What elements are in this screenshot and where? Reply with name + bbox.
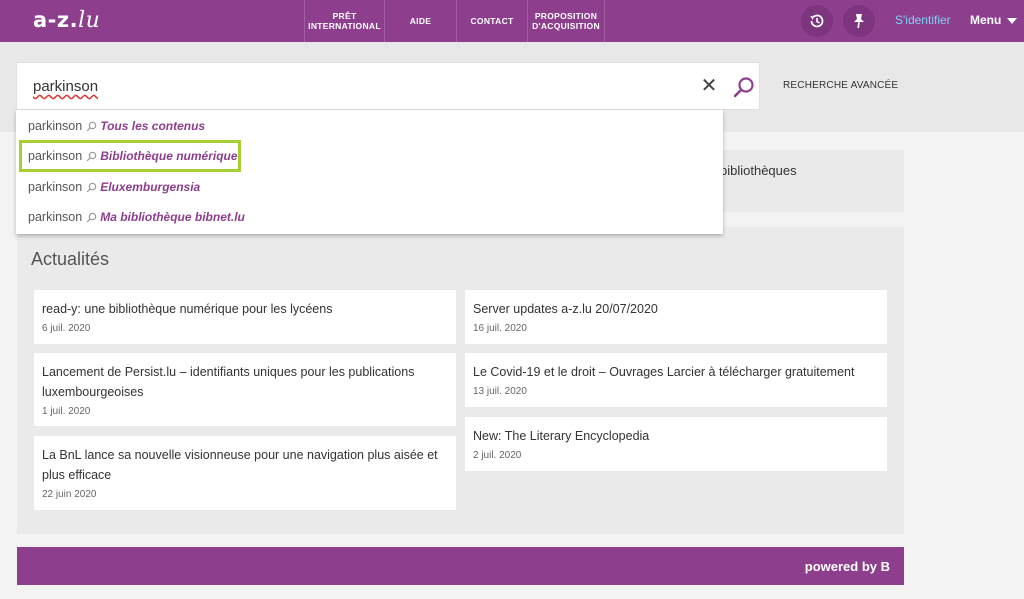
- news-card-title[interactable]: Server updates a-z.lu 20/07/2020: [473, 299, 879, 319]
- news-card[interactable]: New: The Literary Encyclopedia 2 juil. 2…: [465, 417, 887, 471]
- magnifier-small-icon: [86, 212, 97, 223]
- news-card-title[interactable]: Le Covid-19 et le droit – Ouvrages Larci…: [473, 362, 879, 382]
- search-icon[interactable]: [730, 73, 758, 101]
- magnifier-small-icon: [86, 182, 97, 193]
- nav-contact[interactable]: CONTACT: [456, 0, 527, 42]
- suggestion-focus-highlight: [19, 140, 241, 172]
- news-card[interactable]: Lancement de Persist.lu – identifiants u…: [34, 353, 456, 426]
- logo-main: a-z.: [33, 8, 79, 32]
- search-query-text: parkinson: [33, 78, 99, 95]
- signin-link[interactable]: S'identifier: [895, 13, 951, 27]
- suggestion-term: parkinson: [28, 210, 83, 224]
- news-card-title[interactable]: La BnL lance sa nouvelle visionneuse pou…: [42, 445, 448, 485]
- news-card[interactable]: La BnL lance sa nouvelle visionneuse pou…: [34, 436, 456, 510]
- nav-label: PRÊT INTERNATIONAL: [308, 11, 381, 31]
- magnifier-small-icon: [86, 121, 97, 132]
- suggestion-term: parkinson: [28, 119, 83, 133]
- suggestion-scope: Eluxemburgensia: [100, 180, 201, 194]
- suggestion-item[interactable]: parkinson Ma bibliothèque bibnet.lu: [16, 202, 723, 232]
- close-icon[interactable]: ✕: [700, 76, 718, 96]
- footer-bar: powered by B: [17, 547, 904, 585]
- news-card-title[interactable]: Lancement de Persist.lu – identifiants u…: [42, 362, 448, 402]
- news-card-title[interactable]: New: The Literary Encyclopedia: [473, 426, 879, 446]
- menu-button[interactable]: Menu: [970, 13, 1018, 27]
- news-title: Actualités: [31, 249, 110, 269]
- news-card-date: 13 juil. 2020: [473, 386, 527, 397]
- news-card[interactable]: read-y: une bibliothèque numérique pour …: [34, 290, 456, 344]
- nav-proposition-acquisition[interactable]: PROPOSITION D'ACQUISITION: [527, 0, 605, 42]
- pin-icon[interactable]: [843, 5, 875, 37]
- news-card[interactable]: Server updates a-z.lu 20/07/2020 16 juil…: [465, 290, 887, 344]
- powered-by-label[interactable]: powered by B: [805, 559, 890, 574]
- news-card-title[interactable]: read-y: une bibliothèque numérique pour …: [42, 299, 448, 319]
- advanced-search-link[interactable]: RECHERCHE AVANCÉE: [783, 80, 898, 91]
- suggestion-scope: Ma bibliothèque bibnet.lu: [100, 210, 245, 224]
- suggestion-item[interactable]: parkinson Eluxemburgensia: [16, 172, 723, 202]
- search-input[interactable]: parkinson ✕: [16, 62, 760, 110]
- nav-label: PROPOSITION D'ACQUISITION: [532, 11, 600, 31]
- site-logo[interactable]: a-z.lu: [33, 8, 101, 33]
- nav-aide[interactable]: AIDE: [384, 0, 456, 42]
- nav-label: CONTACT: [470, 16, 514, 26]
- news-card-date: 2 juil. 2020: [473, 450, 522, 461]
- news-card[interactable]: Le Covid-19 et le droit – Ouvrages Larci…: [465, 353, 887, 407]
- nav-label: AIDE: [409, 16, 432, 26]
- top-bar: a-z.lu PRÊT INTERNATIONAL AIDE CONTACT P…: [0, 0, 1024, 42]
- history-icon[interactable]: [801, 5, 833, 37]
- news-card-date: 22 juin 2020: [42, 489, 97, 500]
- nav-pret-international[interactable]: PRÊT INTERNATIONAL: [304, 0, 384, 42]
- search-suggestions-dropdown: parkinson Tous les contenus parkinson Bi…: [16, 110, 723, 234]
- suggestion-scope: Tous les contenus: [100, 119, 206, 133]
- libraries-text[interactable]: bibliothèques: [720, 163, 797, 178]
- suggestion-item[interactable]: parkinson Tous les contenus: [16, 111, 723, 141]
- news-card-date: 1 juil. 2020: [42, 406, 91, 417]
- chevron-down-icon: [1007, 17, 1018, 24]
- logo-suffix: lu: [78, 8, 101, 33]
- menu-label: Menu: [970, 13, 1002, 27]
- news-card-date: 6 juil. 2020: [42, 323, 91, 334]
- suggestion-term: parkinson: [28, 180, 83, 194]
- news-card-date: 16 juil. 2020: [473, 323, 527, 334]
